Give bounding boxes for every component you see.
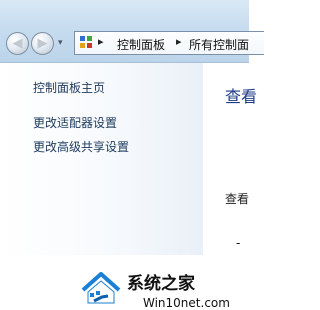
breadcrumb-separator-icon[interactable]: ▸ [176, 35, 182, 48]
breadcrumb-control-panel[interactable]: 控制面板 [117, 36, 165, 53]
sidebar-link-change-adapter-settings[interactable]: 更改适配器设置 [33, 114, 117, 131]
watermark-url: Win10net.com [143, 296, 230, 310]
forward-arrow-icon: ▶ [37, 36, 48, 51]
breadcrumb-separator-icon[interactable]: ▸ [98, 35, 104, 48]
watermark-trailing-mark: - [236, 236, 241, 250]
control-panel-icon [80, 36, 94, 50]
address-bar[interactable]: ▸ 控制面板 ▸ 所有控制面 [74, 31, 264, 55]
window-titlebar: ◀ ▶ ▾ ▸ 控制面板 ▸ 所有控制面 [0, 0, 264, 62]
section-heading: 查看 [225, 192, 250, 206]
back-arrow-icon: ◀ [12, 36, 23, 51]
watermark-logo-icon [81, 272, 121, 304]
main-content: 查看 查看 [203, 63, 257, 255]
sidebar-link-control-panel-home[interactable]: 控制面板主页 [33, 79, 105, 96]
back-button[interactable]: ◀ [6, 32, 29, 55]
page-title: 查看 [225, 87, 258, 106]
breadcrumb-all-control-panel-items[interactable]: 所有控制面 [189, 36, 249, 53]
sidebar-link-change-advanced-sharing[interactable]: 更改高级共享设置 [33, 138, 129, 155]
recent-pages-dropdown-icon[interactable]: ▾ [58, 38, 63, 48]
forward-button[interactable]: ▶ [31, 32, 54, 55]
watermark-title: 系统之家 [127, 274, 195, 294]
sidebar: 控制面板主页 更改适配器设置 更改高级共享设置 系统之家 Win10net.co… [0, 63, 230, 310]
